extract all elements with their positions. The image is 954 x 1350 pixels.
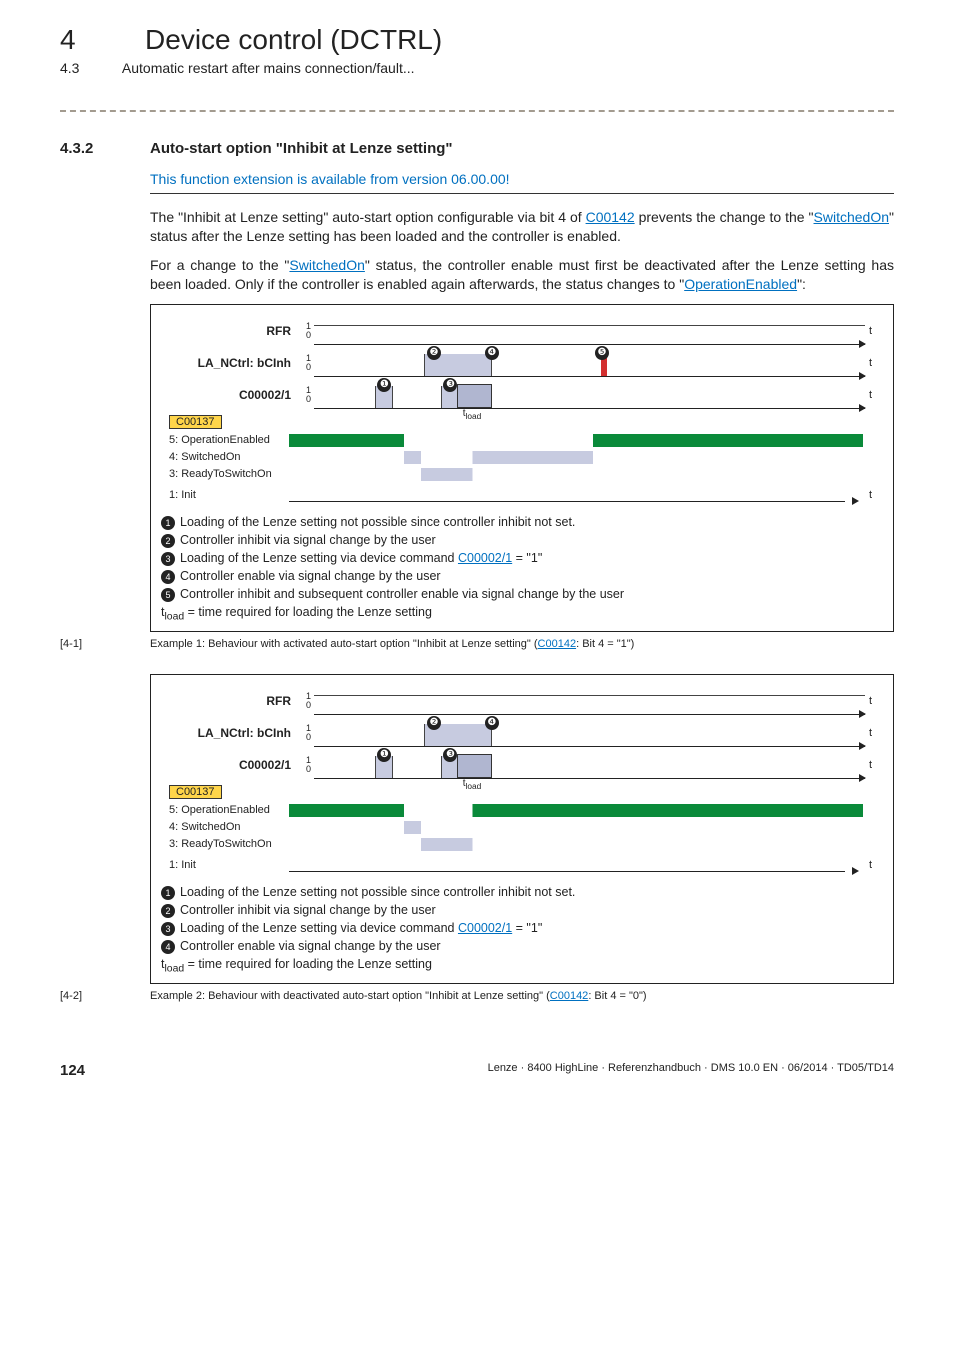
caption-2: [4-2] Example 2: Behaviour with deactiva… [60,990,894,1002]
legend-1: 1Loading of the Lenze setting not possib… [161,513,883,625]
marker-2-icon: ❷ [427,346,441,360]
caption-1: [4-1] Example 1: Behaviour with activate… [60,638,894,650]
timing-diagram-1: RFR 10 t LA_NCtrl: bCInh 10 ❷ ❹ ❺ t C000… [150,304,894,632]
section-num: 4.3 [60,60,79,76]
chapter-title: Device control (DCTRL) [145,24,442,55]
link-operationenabled[interactable]: OperationEnabled [684,276,797,292]
state-grid: 5: OperationEnabled 4: SwitchedOn 3: Rea… [161,802,883,877]
subsection-num: 4.3.2 [60,140,150,157]
paragraph-2: For a change to the "SwitchedOn" status,… [150,256,894,294]
paragraph-1: The "Inhibit at Lenze setting" auto-star… [150,208,894,246]
link-switchedon[interactable]: SwitchedOn [289,257,364,273]
link-c00142[interactable]: C00142 [586,209,635,225]
link-c00002-1[interactable]: C00002/1 [458,551,512,565]
link-c00142[interactable]: C00142 [538,638,577,650]
divider-dashed [60,110,894,112]
availability-note: This function extension is available fro… [150,171,894,187]
chapter-num: 4 [60,24,76,55]
state-grid: 5: OperationEnabled 4: SwitchedOn 3: Rea… [161,432,883,507]
chapter-header: 4 Device control (DCTRL) [60,24,894,56]
section-header: 4.3 Automatic restart after mains connec… [60,60,894,78]
link-c00142[interactable]: C00142 [550,990,589,1002]
marker-5-icon: ❺ [595,346,609,360]
page-number: 124 [60,1062,85,1079]
section-title: Automatic restart after mains connection… [122,60,415,76]
link-switchedon[interactable]: SwitchedOn [814,209,889,225]
timing-diagram-2: RFR 10 t LA_NCtrl: bCInh 10 ❷ ❹ t C00002… [150,674,894,984]
divider [150,193,894,194]
legend-2: 1Loading of the Lenze setting not possib… [161,883,883,977]
marker-4-icon: ❹ [485,346,499,360]
marker-4-icon: ❹ [485,716,499,730]
subsection-title: Auto-start option "Inhibit at Lenze sett… [150,140,453,157]
link-c00002-1[interactable]: C00002/1 [458,921,512,935]
page-footer: 124 Lenze · 8400 HighLine · Referenzhand… [60,1062,894,1079]
footer-text: Lenze · 8400 HighLine · Referenzhandbuch… [488,1062,894,1079]
